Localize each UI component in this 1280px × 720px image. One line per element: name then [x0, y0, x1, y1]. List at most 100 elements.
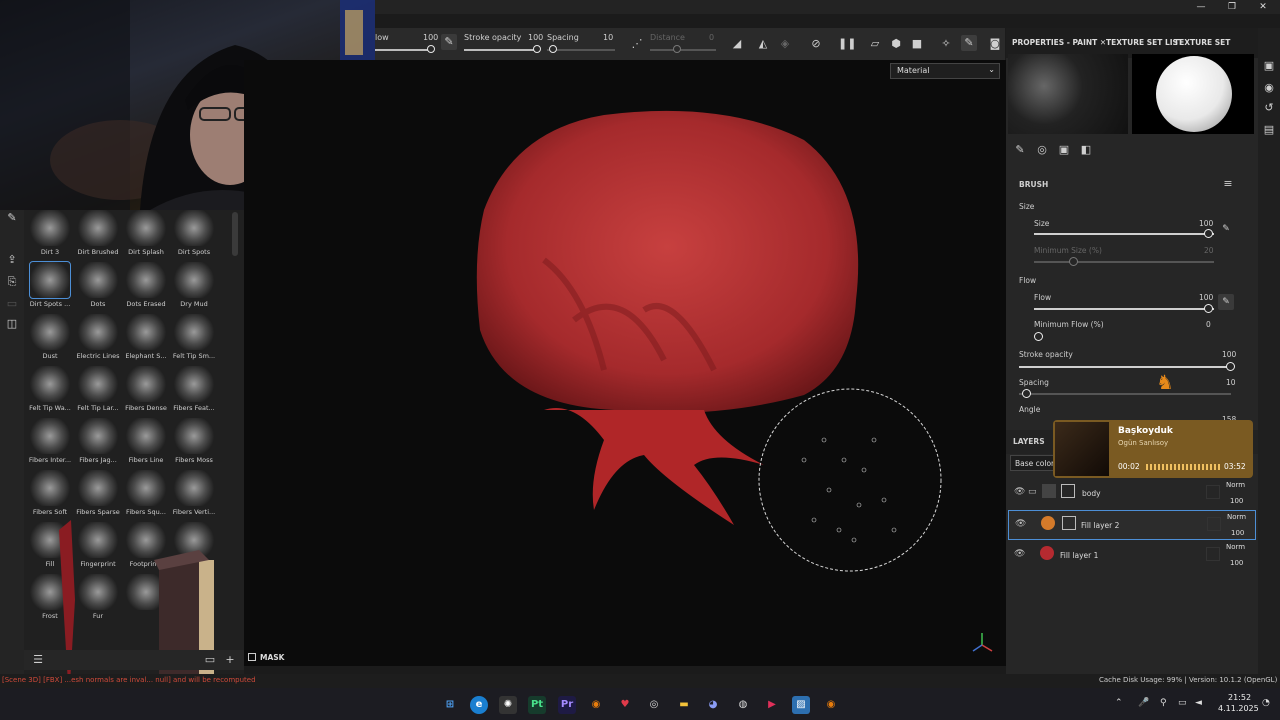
- brush-item[interactable]: Felt Tip Wa...: [28, 366, 72, 418]
- spacing-slider[interactable]: [547, 49, 615, 51]
- material-preview[interactable]: [1132, 54, 1254, 134]
- brush-item[interactable]: Fibers Jag...: [76, 418, 120, 470]
- alpha-icon[interactable]: ◧: [1078, 142, 1094, 158]
- maximize-button[interactable]: ❐: [1221, 0, 1243, 14]
- size-slider-handle[interactable]: [1204, 229, 1213, 238]
- material-mode-select[interactable]: Material ⌄: [890, 63, 1000, 79]
- paint-brush-icon[interactable]: ✎: [961, 35, 977, 51]
- pause-icon[interactable]: ❚❚: [838, 36, 856, 52]
- mirror-axis-icon[interactable]: ◈: [777, 36, 793, 52]
- brush-item[interactable]: Dots Erased: [124, 262, 168, 314]
- obs-icon[interactable]: ◎: [645, 696, 663, 714]
- brush-item[interactable]: Fibers Moss: [172, 418, 216, 470]
- tray-chevron-icon[interactable]: ⌃: [1115, 698, 1123, 708]
- display-settings-icon[interactable]: ◉: [1261, 80, 1277, 96]
- mirror-icon[interactable]: ◭: [755, 36, 771, 52]
- pen-pressure-icon[interactable]: ✎: [441, 34, 457, 50]
- blender-icon-2[interactable]: ◉: [822, 696, 840, 714]
- brush-item[interactable]: Elephant S...: [124, 314, 168, 366]
- volume-icon[interactable]: ◄: [1195, 698, 1202, 708]
- brush-item[interactable]: Dots: [76, 262, 120, 314]
- photos-icon[interactable]: ▨: [792, 696, 810, 714]
- brush-item[interactable]: Felt Tip Sm...: [172, 314, 216, 366]
- mic-icon[interactable]: 🎤: [1138, 698, 1149, 708]
- now-playing-popup[interactable]: Başkoyduk Ogün Sanlısoy 00:02 03:52: [1053, 420, 1253, 478]
- log-icon[interactable]: ▤: [1261, 122, 1277, 138]
- brush-item[interactable]: Fibers Inter...: [28, 418, 72, 470]
- camera-icon[interactable]: ■: [909, 36, 925, 52]
- layer-blend-mode[interactable]: Norm: [1226, 481, 1245, 489]
- brush-properties-icon[interactable]: ✎: [1012, 142, 1028, 158]
- flow-slider[interactable]: [375, 49, 431, 51]
- brush-item[interactable]: Dirt Spots: [172, 210, 216, 262]
- blender-launcher-icon[interactable]: ✺: [499, 696, 517, 714]
- edge-icon[interactable]: e: [470, 696, 488, 714]
- history-icon[interactable]: ↺: [1261, 100, 1277, 116]
- brush-item[interactable]: Fibers Line: [124, 418, 168, 470]
- size-pressure-icon[interactable]: ✎: [1218, 221, 1234, 237]
- cube-icon[interactable]: ⬢: [888, 36, 904, 52]
- mask-checkbox[interactable]: [248, 653, 256, 661]
- stroke-opacity-handle[interactable]: [1226, 362, 1235, 371]
- layer-row-fill-1[interactable]: 👁 Fill layer 1 Norm 100: [1008, 541, 1256, 571]
- shelf-menu-icon[interactable]: ☰: [30, 652, 46, 668]
- brush-item[interactable]: Felt Tip Lar...: [76, 366, 120, 418]
- notification-icon[interactable]: ◔: [1262, 698, 1270, 708]
- shelf-scrollbar[interactable]: [232, 212, 238, 256]
- polygon-fill-icon[interactable]: ▱: [867, 36, 883, 52]
- alpha-preview[interactable]: [1008, 54, 1128, 134]
- stroke-opacity-slider[interactable]: [1019, 366, 1231, 368]
- brush-tool-icon[interactable]: ✎: [4, 210, 20, 226]
- flow-pressure-icon[interactable]: ✎: [1218, 294, 1234, 310]
- spacing-handle[interactable]: [1022, 389, 1031, 398]
- layer-opacity[interactable]: 100: [1230, 559, 1243, 567]
- add-icon[interactable]: +: [222, 652, 238, 668]
- screenshot-icon[interactable]: ◙: [987, 36, 1003, 52]
- app-icon-red[interactable]: ♥: [616, 696, 634, 714]
- flow-slider-handle[interactable]: [427, 45, 435, 53]
- brush-item[interactable]: Dirt Splash: [124, 210, 168, 262]
- status-error[interactable]: [Scene 3D] [FBX] ...esh normals are inva…: [2, 676, 256, 684]
- brush-item[interactable]: Fibers Squ...: [124, 470, 168, 522]
- min-size-handle[interactable]: [1069, 257, 1078, 266]
- layer-opacity[interactable]: 100: [1230, 497, 1243, 505]
- minimize-button[interactable]: —: [1190, 0, 1212, 14]
- symmetry-icon[interactable]: ◢: [729, 36, 745, 52]
- brush-item[interactable]: Dirt 3: [28, 210, 72, 262]
- min-flow-handle[interactable]: [1034, 332, 1043, 341]
- layer-blend-mode[interactable]: Norm: [1226, 543, 1245, 551]
- eye-icon[interactable]: 👁: [1014, 549, 1025, 559]
- disable-icon[interactable]: ⊘: [808, 36, 824, 52]
- save-icon[interactable]: ◫: [4, 316, 20, 332]
- network-icon[interactable]: ▭: [1178, 698, 1187, 708]
- layer-opacity[interactable]: 100: [1231, 529, 1244, 537]
- stroke-opacity-handle[interactable]: [533, 45, 541, 53]
- spacing-handle[interactable]: [549, 45, 557, 53]
- brush-item[interactable]: Dust: [28, 314, 72, 366]
- eye-icon[interactable]: 👁: [1015, 519, 1026, 529]
- stroke-opacity-slider[interactable]: [464, 49, 540, 51]
- usb-icon[interactable]: ⚲: [1160, 698, 1167, 708]
- size-slider[interactable]: [1034, 233, 1214, 235]
- 3d-viewport[interactable]: [244, 60, 1006, 666]
- clock-date[interactable]: 4.11.2025: [1218, 704, 1259, 713]
- discord-icon[interactable]: ◕: [704, 696, 722, 714]
- export-icon[interactable]: ⇪: [4, 252, 20, 268]
- import-icon[interactable]: ⎘: [4, 274, 20, 290]
- brush-item[interactable]: Dry Mud: [172, 262, 216, 314]
- lazy-mouse-icon[interactable]: ⋰: [629, 36, 645, 52]
- clock-time[interactable]: 21:52: [1228, 693, 1251, 702]
- brush-item[interactable]: Fibers Dense: [124, 366, 168, 418]
- file-explorer-icon[interactable]: ▬: [675, 696, 693, 714]
- flow-slider-handle[interactable]: [1204, 304, 1213, 313]
- start-icon[interactable]: ⊞: [441, 696, 459, 714]
- steam-icon[interactable]: ◍: [734, 696, 752, 714]
- viewer-settings-icon[interactable]: ▣: [1261, 58, 1277, 74]
- blend-channel-select[interactable]: Base color: [1010, 455, 1056, 471]
- media-player-icon[interactable]: ▶: [763, 696, 781, 714]
- waveform[interactable]: [1146, 464, 1220, 470]
- projection-icon[interactable]: ✧: [938, 36, 954, 52]
- distance-handle[interactable]: [673, 45, 681, 53]
- brush-item[interactable]: Dirt Spots ...: [28, 261, 72, 314]
- mask-thumbnail[interactable]: [1062, 516, 1076, 530]
